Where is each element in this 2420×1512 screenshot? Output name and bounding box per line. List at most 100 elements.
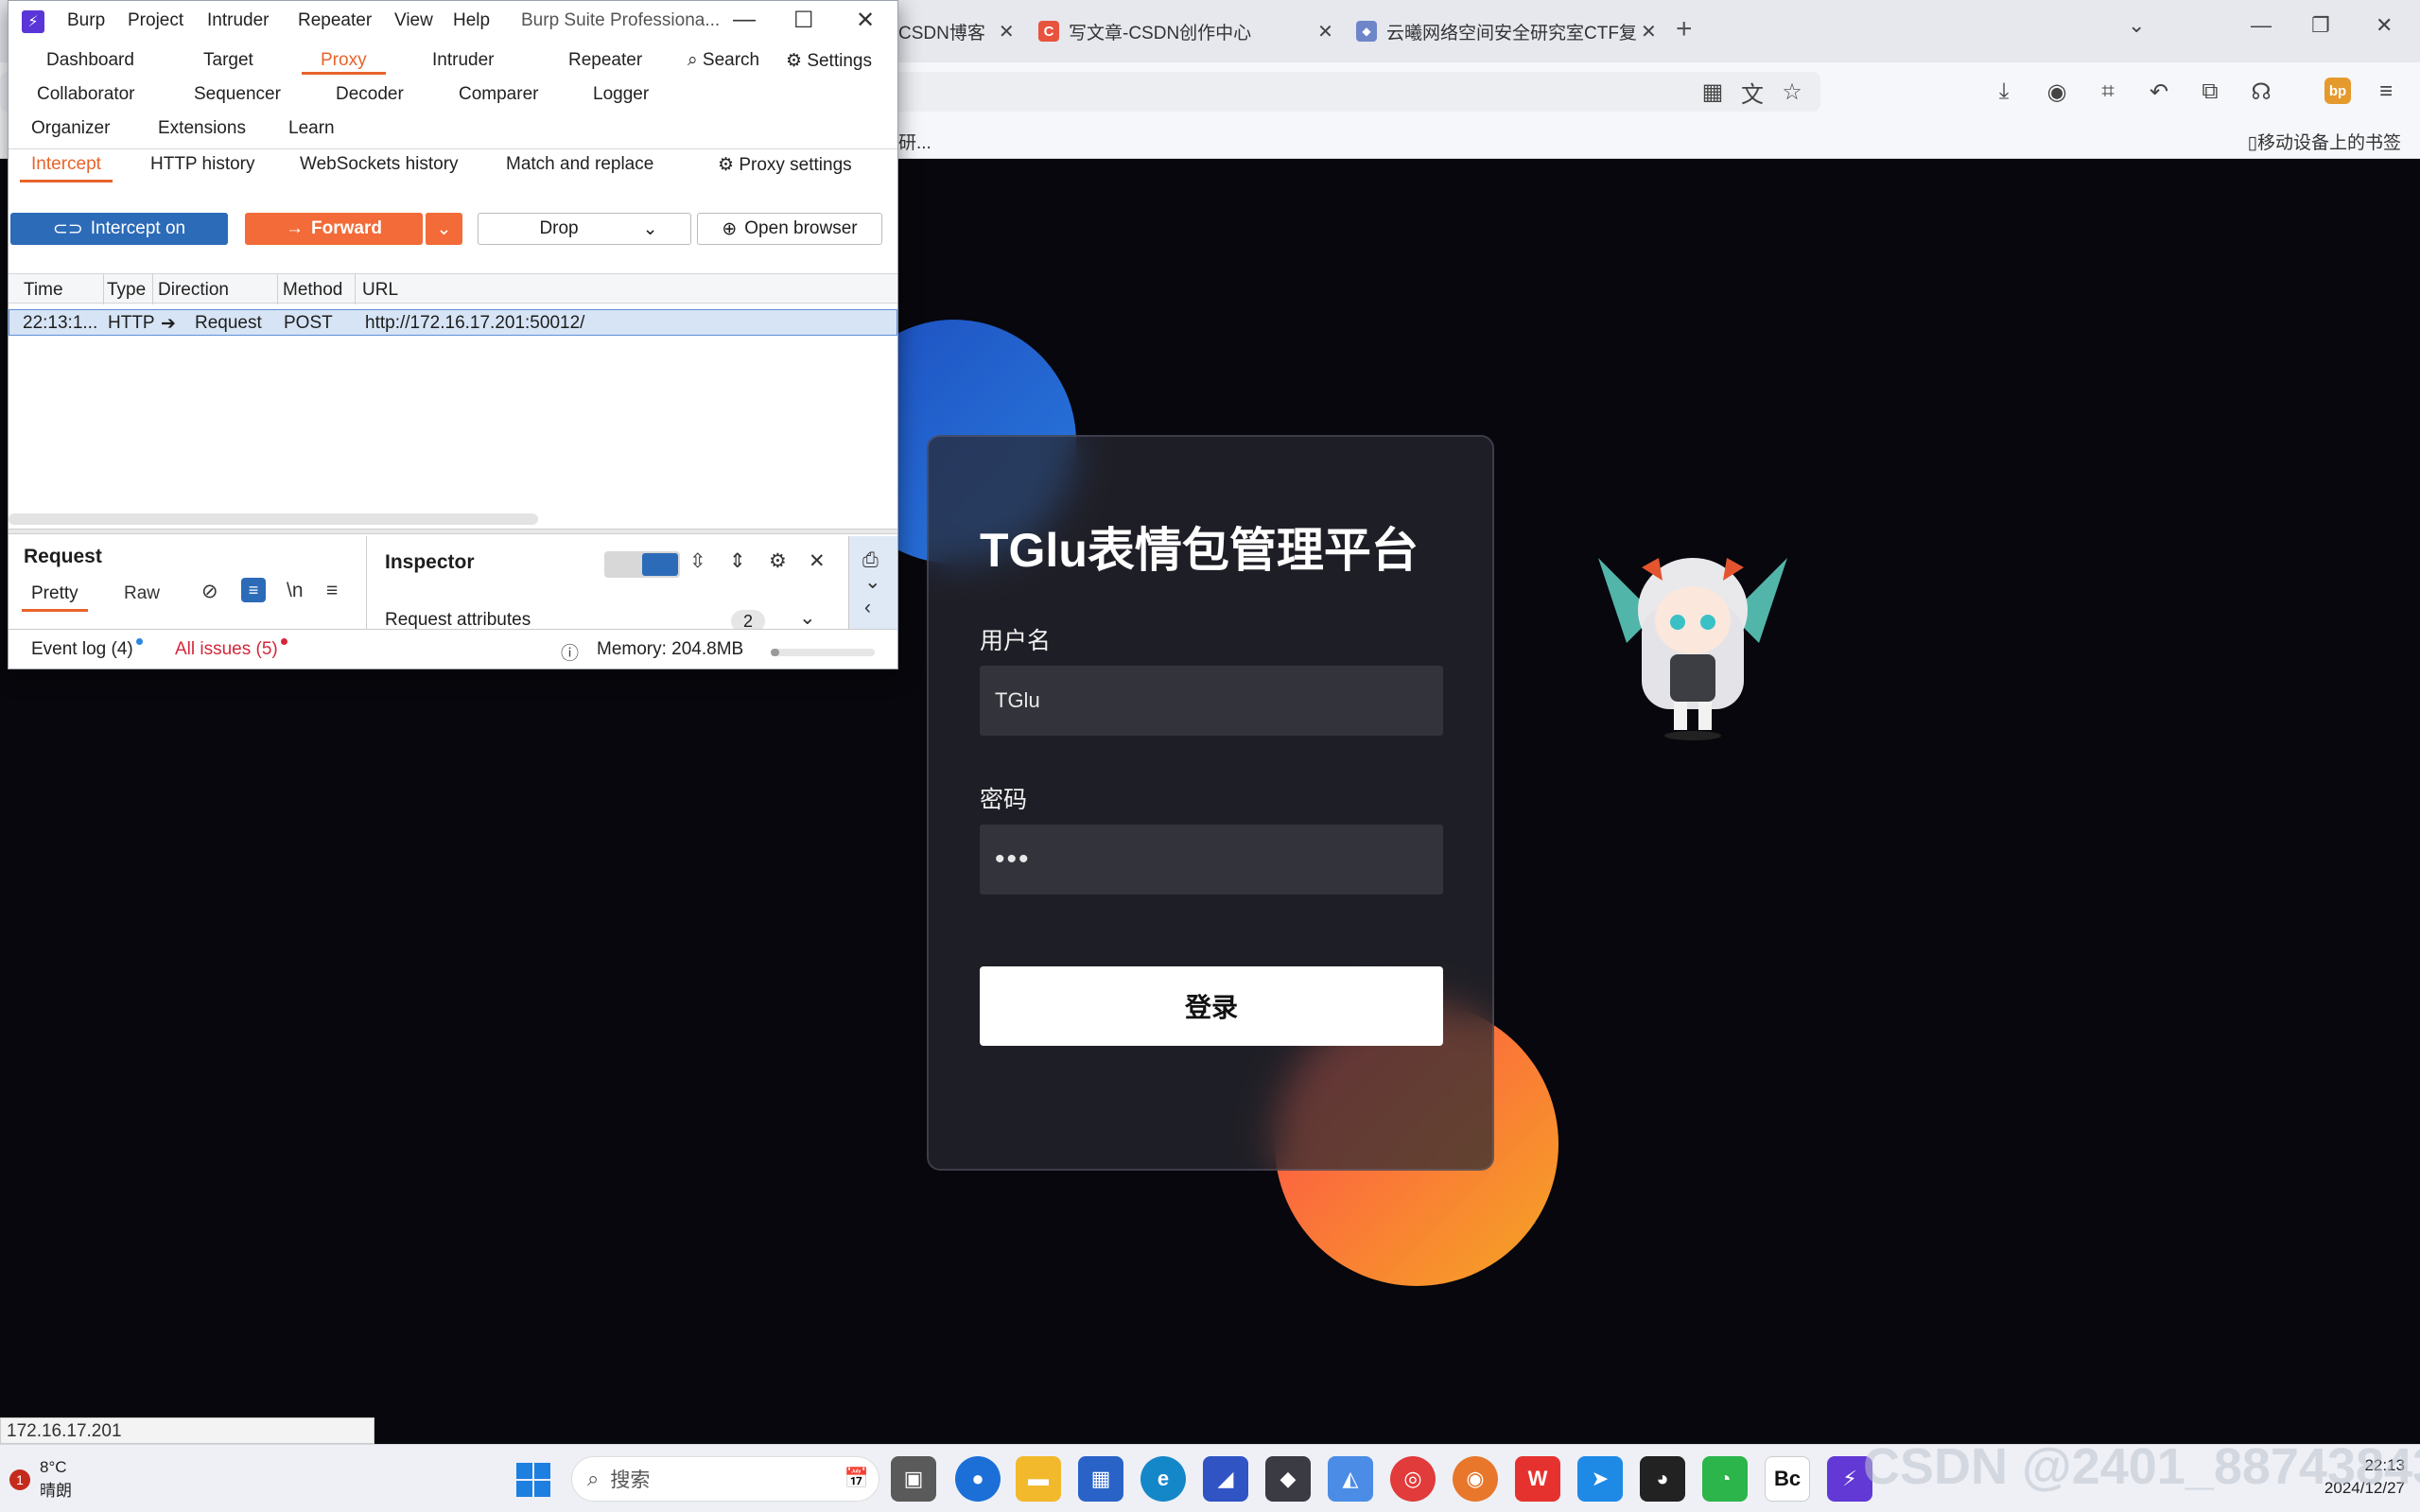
account-icon[interactable]: ◉ — [2041, 76, 2073, 108]
wps-office-icon[interactable]: W — [1515, 1456, 1560, 1502]
tab-sequencer[interactable]: Sequencer — [194, 84, 281, 105]
request-attributes-label[interactable]: Request attributes — [385, 610, 531, 631]
windows-start-icon[interactable] — [515, 1462, 551, 1498]
close-icon[interactable]: ✕ — [1317, 20, 1333, 43]
search-button[interactable]: ⌕ Search — [688, 50, 759, 71]
tab-decoder[interactable]: Decoder — [336, 84, 404, 105]
browser-tab-yunxi[interactable]: ◆ 云曦网络空间安全研究室CTF复 ✕ — [1356, 13, 1657, 49]
tab-learn[interactable]: Learn — [288, 118, 335, 139]
qr-code-icon[interactable]: ▦ — [1697, 76, 1729, 108]
tab-intruder[interactable]: Intruder — [432, 50, 494, 71]
tab-collaborator[interactable]: Collaborator — [37, 84, 135, 105]
all-issues-link[interactable]: All issues (5) — [175, 638, 287, 660]
file-explorer-icon[interactable]: ▬ — [1016, 1456, 1061, 1502]
expand-icon[interactable]: ⇳ — [689, 549, 706, 573]
settings-button[interactable]: ⚙ Settings — [786, 50, 872, 72]
proxy-settings-button[interactable]: ⚙ Proxy settings — [718, 154, 852, 176]
tab-repeater[interactable]: Repeater — [568, 50, 642, 71]
crop-icon[interactable]: ⌗ — [2092, 76, 2124, 108]
tab-list-chevron-icon[interactable]: ⌄ — [2128, 13, 2145, 38]
event-log-link[interactable]: Event log (4) — [31, 638, 143, 660]
tab-organizer[interactable]: Organizer — [31, 118, 110, 139]
menu-project[interactable]: Project — [128, 10, 183, 31]
headset-icon[interactable]: ☊ — [2245, 76, 2277, 108]
cloud-app-icon[interactable]: ◭ — [1328, 1456, 1373, 1502]
3d-app-icon[interactable]: ◆ — [1265, 1456, 1311, 1502]
translate-icon[interactable]: 文 — [1736, 76, 1768, 108]
intercept-toggle-button[interactable]: ⊂⊃ Intercept on — [10, 213, 228, 245]
new-tab-plus-icon[interactable]: + — [1676, 13, 1693, 45]
bc-app-icon[interactable]: Bc — [1765, 1456, 1810, 1502]
column-type[interactable]: Type — [107, 280, 146, 301]
open-browser-button[interactable]: ⊕ Open browser — [697, 213, 882, 245]
restore-icon[interactable]: ❐ — [2311, 13, 2330, 38]
close-icon[interactable]: ✕ — [809, 549, 826, 573]
minimize-icon[interactable]: — — [2251, 13, 2272, 38]
close-window-icon[interactable]: ✕ — [2376, 13, 2393, 38]
close-window-icon[interactable]: ✕ — [856, 7, 875, 34]
burp-extension-icon[interactable]: bp — [2324, 78, 2351, 104]
menu-help[interactable]: Help — [453, 10, 490, 31]
column-url[interactable]: URL — [362, 280, 398, 301]
subtab-match-and-replace[interactable]: Match and replace — [506, 154, 653, 175]
tab-logger[interactable]: Logger — [593, 84, 649, 105]
subtab-websockets-history[interactable]: WebSockets history — [300, 154, 459, 175]
qq-icon[interactable]: ◕ — [1640, 1456, 1685, 1502]
printer-icon[interactable]: ⎙ — [862, 549, 879, 572]
panel-splitter[interactable] — [9, 529, 897, 534]
maximize-icon[interactable]: ☐ — [793, 7, 814, 34]
vscode-icon[interactable]: ◢ — [1203, 1456, 1248, 1502]
feishu-icon[interactable]: ➤ — [1577, 1456, 1623, 1502]
close-icon[interactable]: ✕ — [1641, 20, 1657, 43]
edge-browser-icon[interactable]: e — [1140, 1456, 1186, 1502]
mobile-bookmarks[interactable]: ▯移动设备上的书签 — [2248, 129, 2401, 154]
horizontal-scrollbar[interactable] — [9, 513, 538, 525]
drop-button[interactable]: Drop ⌄ — [478, 213, 691, 245]
tab-target[interactable]: Target — [203, 50, 253, 71]
chevron-down-icon[interactable]: ⌄ — [864, 570, 881, 594]
menu-icon[interactable]: ≡ — [2370, 76, 2402, 108]
menu-repeater[interactable]: Repeater — [298, 10, 372, 31]
tab-comparer[interactable]: Comparer — [459, 84, 538, 105]
subtab-http-history[interactable]: HTTP history — [150, 154, 255, 175]
tab-pretty[interactable]: Pretty — [22, 583, 88, 612]
browser-tab-csdn-editor[interactable]: C 写文章-CSDN创作中心 ✕ — [1038, 13, 1333, 49]
tab-proxy[interactable]: Proxy — [302, 50, 385, 75]
firefox-icon[interactable]: ◉ — [1453, 1456, 1498, 1502]
newline-toggle-icon[interactable]: \n — [287, 580, 304, 602]
taskbar-search[interactable]: ⌕ 搜索 📅 — [571, 1456, 879, 1502]
tab-raw[interactable]: Raw — [124, 583, 160, 604]
tab-dashboard[interactable]: Dashboard — [46, 50, 134, 71]
menu-view[interactable]: View — [394, 10, 433, 31]
bookmark-item[interactable]: 研... — [898, 129, 931, 154]
hide-eye-icon[interactable]: ⊘ — [201, 580, 218, 603]
favorite-star-icon[interactable]: ☆ — [1776, 76, 1808, 108]
column-direction[interactable]: Direction — [158, 280, 229, 301]
task-view-icon[interactable]: ▣ — [891, 1456, 936, 1502]
minimize-icon[interactable]: — — [733, 7, 756, 33]
subtab-intercept[interactable]: Intercept — [20, 154, 113, 182]
browser-tab-csdn-blog[interactable]: CSDN博客 ✕ — [898, 13, 1015, 49]
chat-app-icon[interactable]: ● — [955, 1456, 1001, 1502]
undo-icon[interactable]: ↶ — [2143, 76, 2175, 108]
forward-button[interactable]: → Forward — [245, 213, 423, 245]
extensions-icon[interactable]: ⧉ — [2194, 76, 2226, 108]
tab-extensions[interactable]: Extensions — [158, 118, 246, 139]
menu-icon[interactable]: ≡ — [326, 580, 338, 602]
wechat-icon[interactable]: ◔ — [1702, 1456, 1748, 1502]
column-method[interactable]: Method — [283, 280, 342, 301]
collapse-icon[interactable]: ⇕ — [729, 549, 746, 573]
chevron-down-icon[interactable]: ⌄ — [799, 606, 816, 630]
username-input[interactable]: TGlu — [980, 666, 1443, 736]
download-icon[interactable]: ⤓ — [1988, 76, 2020, 108]
gear-icon[interactable]: ⚙ — [769, 549, 787, 573]
chevron-left-icon[interactable]: ‹ — [864, 597, 871, 619]
forward-options-chevron-icon[interactable]: ⌄ — [425, 213, 462, 245]
password-input[interactable]: ••• — [980, 825, 1443, 895]
word-wrap-icon[interactable]: ≡ — [241, 578, 266, 602]
login-button[interactable]: 登录 — [980, 966, 1443, 1046]
inspector-layout-toggle[interactable] — [604, 551, 680, 578]
table-row[interactable]: 22:13:1... HTTP ➔ Request POST http://17… — [9, 309, 897, 336]
weather-widget[interactable]: 1 8°C 晴朗 — [9, 1458, 72, 1501]
menu-burp[interactable]: Burp — [67, 10, 105, 31]
